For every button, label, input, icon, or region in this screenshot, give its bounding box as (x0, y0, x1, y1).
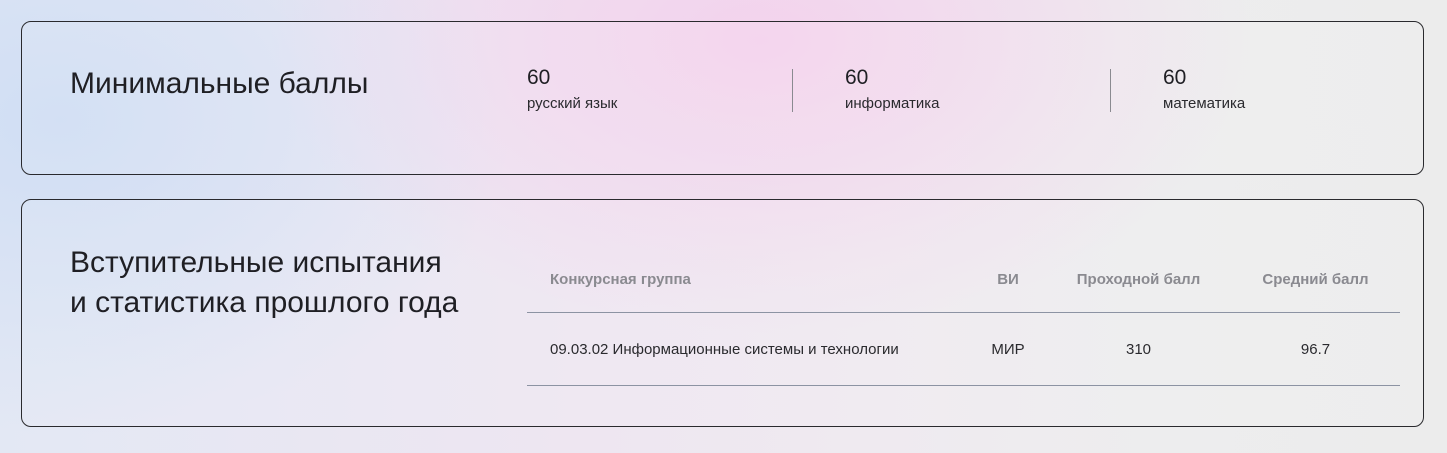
table-header-row: Конкурсная группа ВИ Проходной балл Сред… (527, 246, 1400, 313)
score-divider (1110, 69, 1111, 112)
score-subject: математика (1163, 95, 1246, 112)
score-value: 60 (1163, 66, 1187, 89)
cell-average-score: 96.7 (1231, 312, 1400, 386)
cell-vi: МИР (970, 312, 1046, 386)
header-vi: ВИ (970, 246, 1046, 313)
score-math: 60 математика (1163, 66, 1245, 113)
score-value: 60 (527, 66, 551, 89)
header-average-score: Средний балл (1231, 246, 1400, 313)
table-row: 09.03.02 Информационные системы и технол… (527, 312, 1400, 386)
score-value: 60 (845, 66, 869, 89)
entrance-exams-title-line-1: Вступительные испытания (70, 246, 442, 279)
header-competition-group: Конкурсная группа (527, 246, 970, 313)
score-subject: русский язык (527, 95, 618, 112)
score-divider (792, 69, 793, 112)
score-russian: 60 русский язык (527, 66, 617, 113)
score-subject: информатика (845, 95, 940, 112)
entrance-exams-title-line-2: и статистика прошлого года (70, 286, 459, 319)
header-passing-score: Проходной балл (1046, 246, 1231, 313)
minimal-scores-card: Минимальные баллы 60 русский язык 60 инф… (21, 21, 1424, 175)
cell-competition-group: 09.03.02 Информационные системы и технол… (527, 312, 970, 386)
cell-passing-score: 310 (1046, 312, 1231, 386)
entrance-exams-table: Конкурсная группа ВИ Проходной балл Сред… (527, 246, 1400, 386)
entrance-exams-card: Вступительные испытания и статистика про… (21, 199, 1424, 427)
minimal-scores-title: Минимальные баллы (70, 67, 369, 100)
score-informatics: 60 информатика (845, 66, 940, 113)
entrance-exams-title: Вступительные испытания и статистика про… (70, 243, 458, 323)
